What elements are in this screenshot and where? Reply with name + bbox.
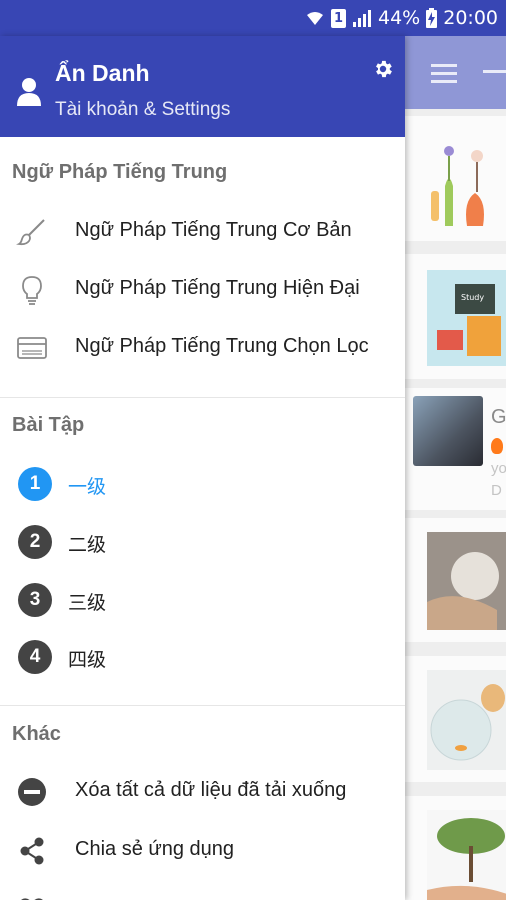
study-time-image: Study xyxy=(427,270,506,366)
menu-item-grammar-basic[interactable]: Ngữ Pháp Tiếng Trung Cơ Bản xyxy=(0,205,405,257)
background-card[interactable] xyxy=(405,518,506,642)
status-icons: 1 44% 20:00 xyxy=(305,6,498,30)
section-title-other: Khác xyxy=(12,723,61,745)
level-item-2[interactable]: 2 二级 xyxy=(0,515,405,567)
heart-icon xyxy=(16,894,48,900)
fire-icon xyxy=(491,438,503,454)
level-item-4[interactable]: 4 四级 xyxy=(0,630,405,682)
menu-item-partial[interactable] xyxy=(0,882,405,900)
clock-hand-image xyxy=(427,532,506,630)
background-toolbar xyxy=(405,36,506,109)
card-text-1: yo xyxy=(491,460,506,477)
level-badge: 1 xyxy=(18,467,52,501)
level-label: 二级 xyxy=(68,534,107,556)
fishbowl-image xyxy=(427,670,506,770)
lightbulb-icon xyxy=(16,275,48,305)
section-title-grammar: Ngữ Pháp Tiếng Trung xyxy=(12,161,228,183)
level-label: 四级 xyxy=(68,649,107,671)
clock: 20:00 xyxy=(443,7,498,29)
menu-item-share-app[interactable]: Chia sẻ ứng dụng xyxy=(0,824,405,876)
toolbar-divider xyxy=(483,70,506,73)
level-item-3[interactable]: 3 三级 xyxy=(0,573,405,625)
settings-gear-icon[interactable] xyxy=(372,58,394,80)
level-badge: 3 xyxy=(18,583,52,617)
share-icon xyxy=(16,836,48,866)
svg-text:Study: Study xyxy=(461,293,484,302)
level-badge: 4 xyxy=(18,640,52,674)
menu-item-clear-downloads[interactable]: Xóa tất cả dữ liệu đã tải xuống xyxy=(0,765,405,817)
brush-icon xyxy=(16,217,48,247)
status-bar: 1 44% 20:00 xyxy=(0,0,506,36)
card-text-2: D xyxy=(491,482,502,499)
background-card[interactable] xyxy=(405,116,506,241)
section-divider xyxy=(0,397,405,398)
menu-item-label: Ngữ Pháp Tiếng Trung Hiện Đại xyxy=(75,277,360,299)
signal-icon xyxy=(353,10,371,27)
level-label: 三级 xyxy=(68,592,107,614)
background-card[interactable]: Study xyxy=(405,254,506,379)
vases-image xyxy=(431,146,484,226)
user-name: Ẩn Danh xyxy=(55,60,150,86)
user-avatar-icon xyxy=(17,78,41,106)
level-badge: 2 xyxy=(18,525,52,559)
game-avatar-image xyxy=(413,396,483,466)
menu-item-label: Ngữ Pháp Tiếng Trung Chọn Lọc xyxy=(75,335,369,357)
sim-icon: 1 xyxy=(331,8,346,28)
menu-item-label: Ngữ Pháp Tiếng Trung Cơ Bản xyxy=(75,219,352,241)
drawer-header[interactable]: Ẩn Danh Tài khoản & Settings xyxy=(0,36,405,137)
battery-percent: 44% xyxy=(378,7,421,29)
card-icon xyxy=(16,333,48,363)
menu-item-label: Xóa tất cả dữ liệu đã tải xuống xyxy=(75,779,347,801)
account-settings-label: Tài khoản & Settings xyxy=(55,99,231,120)
card-title-initial: G xyxy=(491,406,506,428)
level-item-1[interactable]: 1 一级 xyxy=(0,457,405,509)
menu-item-grammar-selected[interactable]: Ngữ Pháp Tiếng Trung Chọn Lọc xyxy=(0,321,405,373)
level-label: 一级 xyxy=(68,476,107,498)
wifi-icon xyxy=(307,12,323,25)
battery-charging-icon xyxy=(426,8,438,28)
background-card[interactable]: G yo D xyxy=(405,388,506,510)
background-card[interactable] xyxy=(405,656,506,782)
section-divider xyxy=(0,705,405,706)
tree-hands-image xyxy=(427,810,506,900)
navigation-drawer: Ẩn Danh Tài khoản & Settings Ngữ Pháp Ti… xyxy=(0,36,405,900)
menu-item-grammar-modern[interactable]: Ngữ Pháp Tiếng Trung Hiện Đại xyxy=(0,263,405,315)
section-title-exercises: Bài Tập xyxy=(12,414,85,436)
menu-item-label: Chia sẻ ứng dụng xyxy=(75,838,235,860)
background-card[interactable] xyxy=(405,796,506,900)
remove-circle-icon xyxy=(16,777,48,807)
background-content: Study G yo D xyxy=(405,36,506,900)
hamburger-menu-icon[interactable] xyxy=(431,64,457,88)
